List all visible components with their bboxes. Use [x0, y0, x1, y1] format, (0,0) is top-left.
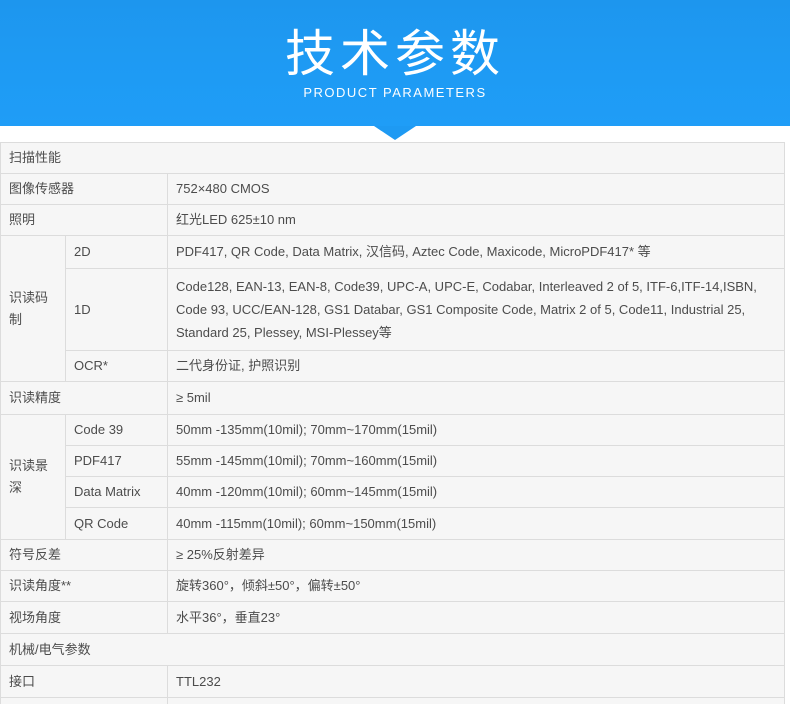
table-row: 工作电压 3.3 ~3.6 VDC	[1, 698, 785, 704]
table-row: 1D Code128, EAN-13, EAN-8, Code39, UPC-A…	[1, 269, 785, 351]
spec-value: 50mm -135mm(10mil); 70mm~170mm(15mil)	[168, 415, 785, 446]
hero-banner: 技术参数 PRODUCT PARAMETERS	[0, 0, 790, 126]
table-row: 扫描性能	[1, 143, 785, 174]
spec-value: 旋转360°，倾斜±50°，偏转±50°	[168, 571, 785, 602]
sub-label: Code 39	[66, 415, 168, 446]
spec-value: ≥ 5mil	[168, 382, 785, 415]
table-row: 图像传感器 752×480 CMOS	[1, 174, 785, 205]
spec-value: 二代身份证, 护照识别	[168, 351, 785, 382]
spec-label: 图像传感器	[1, 174, 168, 205]
spec-label: 照明	[1, 205, 168, 236]
spec-value: 55mm -145mm(10mil); 70mm~160mm(15mil)	[168, 446, 785, 477]
table-row: OCR* 二代身份证, 护照识别	[1, 351, 785, 382]
spec-value: 水平36°，垂直23°	[168, 602, 785, 634]
spec-value: 40mm -115mm(10mil); 60mm~150mm(15mil)	[168, 508, 785, 540]
spec-label: 接口	[1, 666, 168, 698]
down-triangle-icon	[374, 126, 416, 140]
section-header: 机械/电气参数	[1, 634, 785, 666]
spec-label: 识读精度	[1, 382, 168, 415]
page-subtitle: PRODUCT PARAMETERS	[0, 85, 790, 100]
page-title: 技术参数	[0, 0, 790, 82]
spec-value: 40mm -120mm(10mil); 60mm~145mm(15mil)	[168, 477, 785, 508]
spec-value: 752×480 CMOS	[168, 174, 785, 205]
hero-pointer-row	[0, 126, 790, 142]
table-row: 识读码制 2D PDF417, QR Code, Data Matrix, 汉信…	[1, 236, 785, 269]
sub-label: OCR*	[66, 351, 168, 382]
table-row: 识读景深 Code 39 50mm -135mm(10mil); 70mm~17…	[1, 415, 785, 446]
spec-label: 符号反差	[1, 540, 168, 571]
table-row: Data Matrix 40mm -120mm(10mil); 60mm~145…	[1, 477, 785, 508]
table-row: PDF417 55mm -145mm(10mil); 70mm~160mm(15…	[1, 446, 785, 477]
table-row: 接口 TTL232	[1, 666, 785, 698]
sub-label: Data Matrix	[66, 477, 168, 508]
spec-label: 识读角度**	[1, 571, 168, 602]
table-row: 机械/电气参数	[1, 634, 785, 666]
sub-label: PDF417	[66, 446, 168, 477]
group-label: 识读景深	[1, 415, 66, 540]
sub-label: 1D	[66, 269, 168, 351]
sub-label: QR Code	[66, 508, 168, 540]
table-row: 识读角度** 旋转360°，倾斜±50°，偏转±50°	[1, 571, 785, 602]
section-header: 扫描性能	[1, 143, 785, 174]
spec-value: ≥ 25%反射差异	[168, 540, 785, 571]
group-label: 识读码制	[1, 236, 66, 382]
table-row: QR Code 40mm -115mm(10mil); 60mm~150mm(1…	[1, 508, 785, 540]
table-row: 符号反差 ≥ 25%反射差异	[1, 540, 785, 571]
spec-value: 3.3 ~3.6 VDC	[168, 698, 785, 704]
table-row: 照明 红光LED 625±10 nm	[1, 205, 785, 236]
spec-value: PDF417, QR Code, Data Matrix, 汉信码, Aztec…	[168, 236, 785, 269]
page: 技术参数 PRODUCT PARAMETERS 扫描性能 图像传感器 752×4…	[0, 0, 790, 704]
sub-label: 2D	[66, 236, 168, 269]
table-row: 视场角度 水平36°，垂直23°	[1, 602, 785, 634]
spec-value: 红光LED 625±10 nm	[168, 205, 785, 236]
spec-value: Code128, EAN-13, EAN-8, Code39, UPC-A, U…	[168, 269, 785, 351]
spec-label: 视场角度	[1, 602, 168, 634]
spec-value: TTL232	[168, 666, 785, 698]
table-row: 识读精度 ≥ 5mil	[1, 382, 785, 415]
spec-table: 扫描性能 图像传感器 752×480 CMOS 照明 红光LED 625±10 …	[0, 142, 785, 704]
spec-label: 工作电压	[1, 698, 168, 704]
